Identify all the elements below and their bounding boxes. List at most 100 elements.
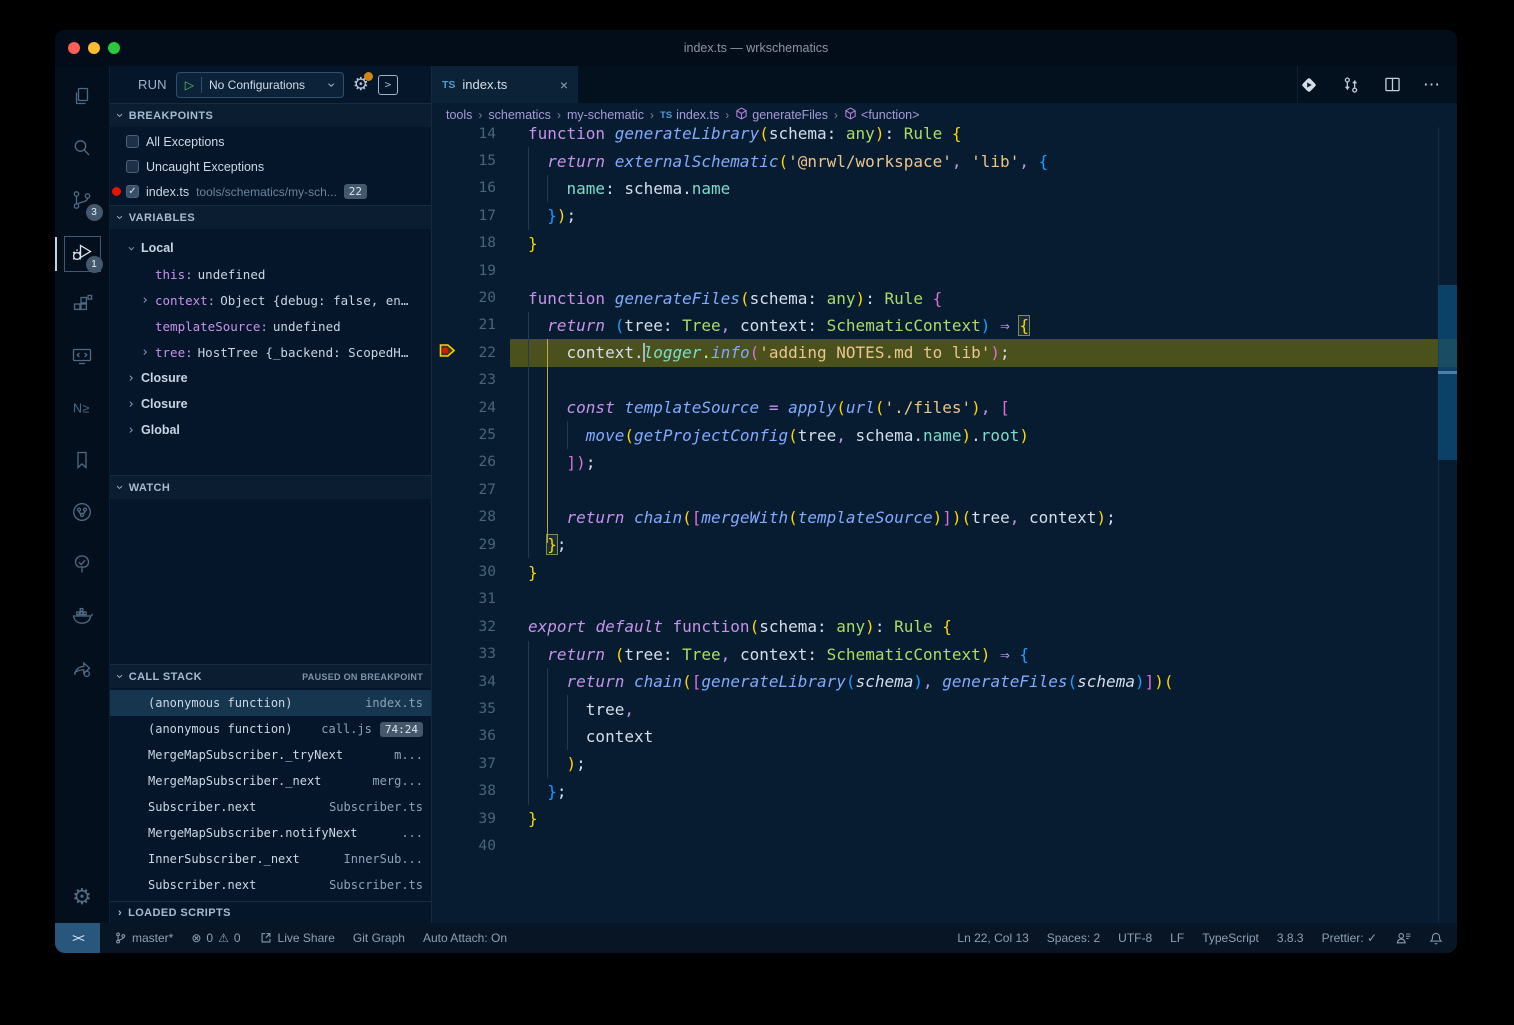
status-item-git-graph[interactable]: Git Graph [353, 931, 405, 945]
scope-row[interactable]: ›Global [110, 417, 431, 443]
call-stack-frame[interactable]: (anonymous function)call.js74:24 [110, 716, 431, 742]
line-number[interactable]: 17 [462, 208, 510, 224]
breadcrumb-item-tools[interactable]: tools [446, 108, 472, 122]
code-line-text[interactable]: return externalSchematic('@nrwl/workspac… [510, 147, 1457, 174]
code-line-text[interactable] [510, 257, 1457, 284]
code-line-text[interactable] [510, 832, 1457, 859]
activity-bar-item-remote-explorer[interactable] [55, 332, 110, 384]
breadcrumb-item-schematics[interactable]: schematics [488, 108, 551, 122]
remote-indicator[interactable]: >< [55, 923, 100, 953]
status-item-ln-22-col-13[interactable]: Ln 22, Col 13 [957, 931, 1028, 945]
breakpoint-checkbox[interactable]: ✓ [126, 185, 139, 198]
activity-bar-item-manage[interactable]: ⚙ [55, 871, 110, 923]
code-line-text[interactable]: return (tree: Tree, context: SchematicCo… [510, 312, 1457, 339]
activity-bar-item-git-graph[interactable] [55, 488, 110, 540]
code-line-text[interactable]: }); [510, 202, 1457, 229]
start-debugging-icon[interactable]: ▷ [185, 78, 194, 92]
configure-gear-button[interactable]: ⚙ [353, 74, 369, 95]
code-line-text[interactable]: }; [510, 778, 1457, 805]
activity-bar-item-search[interactable] [55, 124, 110, 176]
line-number[interactable]: 32 [462, 619, 510, 635]
code-line-text[interactable]: context.logger.info('adding NOTES.md to … [510, 339, 1457, 366]
status-item-feedback[interactable] [1395, 931, 1411, 945]
status-item-0[interactable]: ⊗0⚠0 [191, 931, 240, 945]
code-line-text[interactable] [510, 476, 1457, 503]
code-line-text[interactable] [510, 586, 1457, 613]
line-number[interactable]: 19 [462, 263, 510, 279]
launch-configuration-dropdown[interactable]: ▷ No Configurations › [176, 72, 344, 98]
line-number[interactable]: 35 [462, 701, 510, 717]
code-line-text[interactable]: ]); [510, 449, 1457, 476]
code-line-text[interactable]: name: schema.name [510, 175, 1457, 202]
activity-bar-item-explorer[interactable] [55, 72, 110, 124]
code-line-text[interactable]: return chain([generateLibrary(schema), g… [510, 668, 1457, 695]
code-line-text[interactable]: export default function(schema: any): Ru… [510, 613, 1457, 640]
status-item-utf-8[interactable]: UTF-8 [1118, 931, 1152, 945]
call-stack-frame[interactable]: Subscriber.nextSubscriber.ts [110, 872, 431, 898]
line-number[interactable]: 23 [462, 372, 510, 388]
breadcrumb-item-function[interactable]: <function> [844, 107, 919, 123]
run-or-debug-icon[interactable] [1298, 74, 1320, 96]
code-line-text[interactable]: } [510, 558, 1457, 585]
code-line-text[interactable]: } [510, 230, 1457, 257]
line-number[interactable]: 22 [462, 345, 510, 361]
compare-changes-icon[interactable] [1340, 74, 1362, 96]
debug-console-button[interactable]: > [378, 75, 398, 95]
call-stack-frame[interactable]: Subscriber.nextSubscriber.ts [110, 794, 431, 820]
breadcrumb-item-myschematic[interactable]: my-schematic [567, 108, 644, 122]
activity-bar-item-bookmarks[interactable] [55, 436, 110, 488]
line-number[interactable]: 20 [462, 290, 510, 306]
variables-section-header[interactable]: › VARIABLES [110, 205, 431, 229]
line-number[interactable]: 40 [462, 838, 510, 854]
code-line-text[interactable]: const templateSource = apply(url('./file… [510, 394, 1457, 421]
status-item-3-8-3[interactable]: 3.8.3 [1277, 931, 1304, 945]
activity-bar-item-run-and-debug[interactable]: 1 [55, 228, 110, 280]
status-item-auto-attach-on[interactable]: Auto Attach: On [423, 931, 507, 945]
tab-index-ts[interactable]: TS index.ts × [432, 66, 578, 103]
status-item-live-share[interactable]: Live Share [259, 931, 335, 945]
line-number[interactable]: 31 [462, 591, 510, 607]
scope-row[interactable]: ›Closure [110, 391, 431, 417]
breadcrumb-item-generateFiles[interactable]: generateFiles [735, 107, 828, 123]
line-number[interactable]: 38 [462, 783, 510, 799]
breakpoint-checkbox[interactable] [126, 160, 139, 173]
status-item-spaces-2[interactable]: Spaces: 2 [1047, 931, 1100, 945]
code-line-text[interactable]: ); [510, 750, 1457, 777]
code-line-text[interactable]: move(getProjectConfig(tree, schema.name)… [510, 421, 1457, 448]
activity-bar-item-project-manager[interactable] [55, 644, 110, 696]
activity-bar-item-nx-console[interactable]: N≥ [55, 384, 110, 436]
code-line-text[interactable]: context [510, 723, 1457, 750]
variable-row[interactable]: this:undefined [110, 261, 431, 287]
line-number[interactable]: 39 [462, 811, 510, 827]
code-line-text[interactable]: }; [510, 531, 1457, 558]
zoom-window-button[interactable] [108, 42, 120, 54]
line-number[interactable]: 28 [462, 509, 510, 525]
watch-section-header[interactable]: › WATCH [110, 475, 431, 499]
scope-row[interactable]: ›Closure [110, 365, 431, 391]
minimize-window-button[interactable] [88, 42, 100, 54]
status-item-bell[interactable] [1429, 931, 1443, 946]
line-number[interactable]: 33 [462, 646, 510, 662]
line-number[interactable]: 27 [462, 482, 510, 498]
call-stack-frame[interactable]: MergeMapSubscriber.notifyNext... [110, 820, 431, 846]
code-line-text[interactable]: return chain([mergeWith(templateSource)]… [510, 504, 1457, 531]
loaded-scripts-section-header[interactable]: › LOADED SCRIPTS [110, 901, 431, 923]
status-item-typescript[interactable]: TypeScript [1202, 931, 1259, 945]
scope-row[interactable]: ›Local [110, 235, 431, 261]
line-number[interactable]: 36 [462, 728, 510, 744]
line-number[interactable]: 21 [462, 317, 510, 333]
code-line-text[interactable] [510, 367, 1457, 394]
call-stack-section-header[interactable]: › CALL STACK PAUSED ON BREAKPOINT [110, 664, 431, 688]
breakpoint-item[interactable]: Uncaught Exceptions [110, 154, 431, 179]
close-tab-icon[interactable]: × [560, 77, 568, 93]
code-line-text[interactable]: function generateLibrary(schema: any): R… [510, 127, 1457, 147]
line-number[interactable]: 16 [462, 180, 510, 196]
line-number[interactable]: 30 [462, 564, 510, 580]
line-number[interactable]: 37 [462, 756, 510, 772]
call-stack-frame[interactable]: MergeMapSubscriber._tryNextm... [110, 742, 431, 768]
call-stack-frame[interactable]: (anonymous function)index.ts [110, 690, 431, 716]
code-line-text[interactable]: tree, [510, 695, 1457, 722]
activity-bar-item-source-control[interactable]: 3 [55, 176, 110, 228]
split-editor-icon[interactable] [1382, 74, 1403, 95]
line-number[interactable]: 15 [462, 153, 510, 169]
